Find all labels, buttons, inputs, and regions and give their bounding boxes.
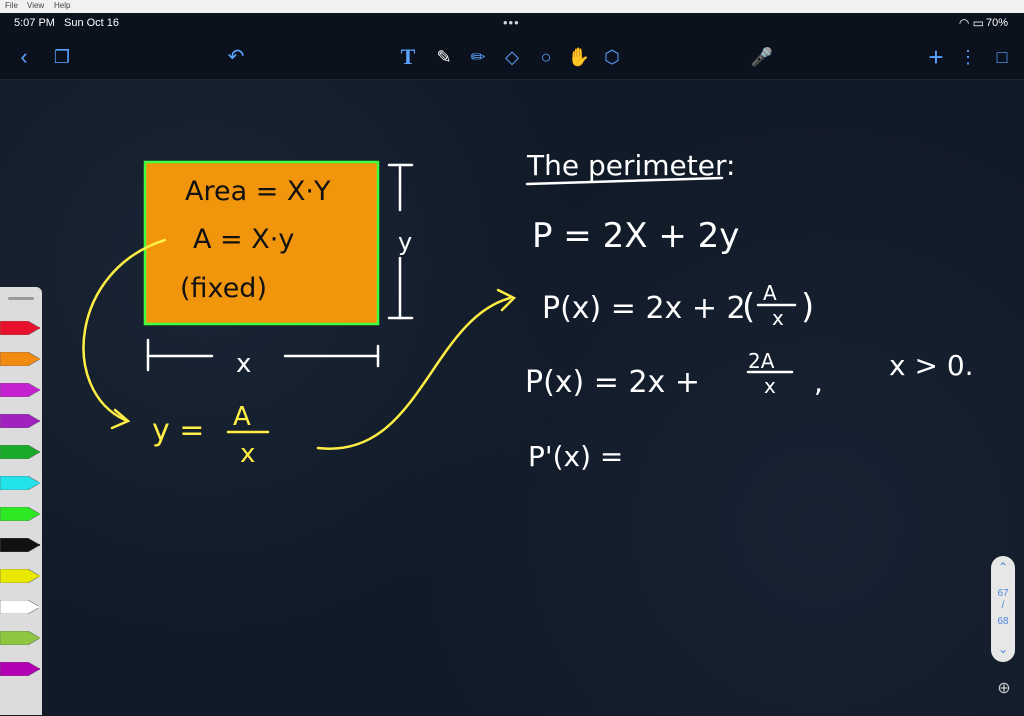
total-pages: 68 bbox=[997, 616, 1009, 627]
open-paren: ( bbox=[742, 287, 755, 327]
pen-color-10[interactable] bbox=[0, 599, 42, 615]
pen-color-6[interactable] bbox=[0, 475, 42, 491]
formula-a: A = X·y bbox=[193, 224, 294, 255]
fraction-denominator-x: x bbox=[240, 439, 255, 469]
x-dimension-bracket bbox=[146, 338, 380, 372]
current-page: 67 bbox=[997, 588, 1009, 599]
pen-color-11[interactable] bbox=[0, 630, 42, 646]
zoom-icon[interactable]: ⊕ bbox=[991, 678, 1017, 702]
pen-color-5[interactable] bbox=[0, 444, 42, 460]
area-label: Area = X·Y bbox=[185, 176, 331, 207]
pen-color-2[interactable] bbox=[0, 351, 42, 367]
pen-color-palette bbox=[0, 287, 42, 715]
equation-px-substituted: P(x) = 2x + 2 bbox=[542, 291, 746, 326]
page-scroller[interactable]: ⌃ 67 / 68 ⌄ bbox=[991, 556, 1015, 662]
handwritten-notes: Area = X·Y A = X·y (fixed) y x y = A x T… bbox=[82, 149, 974, 473]
eq3-denominator: x bbox=[764, 374, 776, 398]
fraction-numerator-a: A bbox=[233, 402, 251, 432]
chevron-down-icon[interactable]: ⌄ bbox=[991, 642, 1015, 656]
pen-color-7[interactable] bbox=[0, 506, 42, 522]
perimeter-heading: The perimeter: bbox=[526, 149, 735, 182]
eq2-denominator: x bbox=[772, 306, 784, 330]
equation-perimeter: P = 2X + 2y bbox=[532, 216, 739, 256]
palette-handle[interactable] bbox=[8, 297, 34, 300]
pen-color-12[interactable] bbox=[0, 661, 42, 677]
pen-color-8[interactable] bbox=[0, 537, 42, 553]
pen-color-4[interactable] bbox=[0, 413, 42, 429]
domain-condition: x > 0. bbox=[889, 349, 974, 382]
pen-color-3[interactable] bbox=[0, 382, 42, 398]
equation-derivative: P'(x) = bbox=[528, 440, 623, 473]
equation-px-simplified: P(x) = 2x + bbox=[525, 365, 700, 400]
y-dimension-label: y bbox=[398, 228, 412, 256]
fixed-label: (fixed) bbox=[180, 273, 267, 304]
x-dimension-label: x bbox=[236, 349, 251, 379]
chevron-up-icon[interactable]: ⌃ bbox=[991, 560, 1015, 574]
pen-color-9[interactable] bbox=[0, 568, 42, 584]
close-paren: ) bbox=[801, 287, 814, 327]
eq3-numerator: 2A bbox=[748, 349, 775, 373]
pen-color-1[interactable] bbox=[0, 320, 42, 336]
eq2-numerator: A bbox=[763, 281, 777, 305]
y-equals: y = bbox=[152, 413, 204, 448]
page-separator: / bbox=[1001, 600, 1005, 611]
eq3-comma: , bbox=[814, 366, 823, 399]
